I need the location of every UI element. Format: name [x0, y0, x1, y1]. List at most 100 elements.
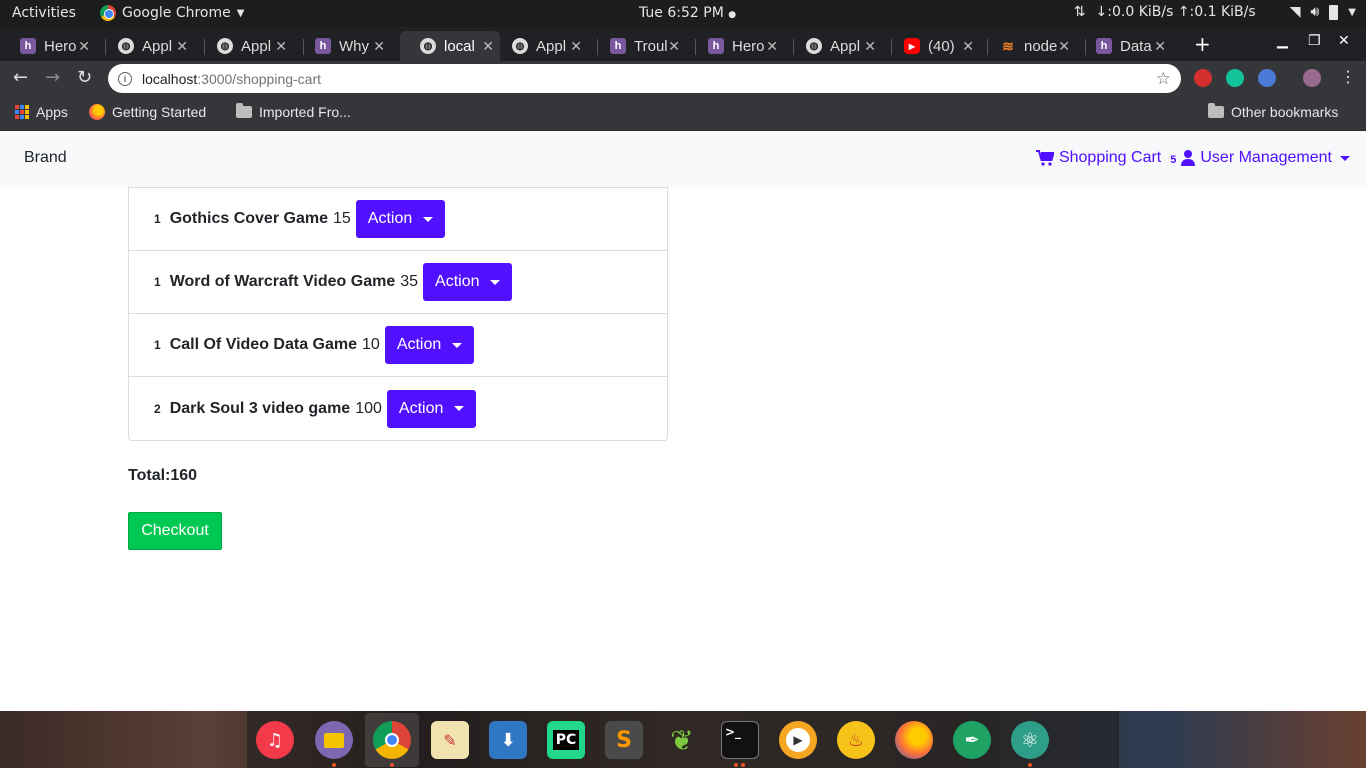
heroku-icon: h [1096, 38, 1112, 54]
tab[interactable]: h Why ✕ [295, 31, 391, 61]
terminal-icon[interactable]: >_ [721, 721, 759, 759]
close-icon[interactable]: ✕ [864, 38, 876, 55]
tab-title: (40) [928, 37, 955, 55]
notification-dot-icon: ● [728, 10, 737, 20]
close-icon[interactable]: ✕ [766, 38, 778, 55]
genie-app-icon[interactable]: ♨ [837, 721, 875, 759]
bookmark-star-icon[interactable]: ☆ [1156, 69, 1171, 89]
tab[interactable]: ◍ Appl ✕ [492, 31, 588, 61]
extension-icon[interactable] [1258, 69, 1276, 87]
action-label: Action [398, 399, 444, 417]
leaf-editor-icon[interactable]: ✒ [953, 721, 991, 759]
close-icon[interactable]: ✕ [570, 38, 582, 55]
menu-icon[interactable]: ⋮ [1340, 67, 1356, 86]
address-bar[interactable]: i localhost :3000/shopping-cart ☆ [108, 64, 1181, 93]
action-dropdown-button[interactable]: Action [386, 389, 477, 428]
bookmark-getting-started[interactable]: Getting Started [89, 104, 206, 120]
close-icon[interactable]: ✕ [275, 38, 287, 55]
grammarly-icon[interactable] [1226, 69, 1244, 87]
checkout-button[interactable]: Checkout [128, 512, 222, 550]
new-tab-button[interactable]: + [1194, 32, 1211, 56]
item-quantity: 2 [154, 401, 161, 416]
tab[interactable]: ≋ node ✕ [980, 31, 1076, 61]
tab[interactable]: ◍ Appl ✕ [786, 31, 882, 61]
files-icon[interactable] [315, 721, 353, 759]
tab[interactable]: h Data ✕ [1076, 31, 1172, 61]
action-dropdown-button[interactable]: Action [423, 263, 513, 301]
heroku-icon: h [315, 38, 331, 54]
media-player-icon[interactable]: ▶ [779, 721, 817, 759]
status-area[interactable]: ⇅ ↓:0.0 KiB/s ↑:0.1 KiB/s ◥ 🔊︎ ▼ [1074, 4, 1356, 20]
tab[interactable]: ◍ Appl ✕ [197, 31, 293, 61]
caret-down-icon [490, 279, 501, 285]
bookmark-other[interactable]: Other bookmarks [1208, 103, 1339, 120]
download-manager-icon[interactable]: ⬇ [489, 721, 527, 759]
atom-icon[interactable]: ⚛ [1011, 721, 1049, 759]
action-dropdown-button[interactable]: Action [384, 326, 475, 364]
shopping-cart-label: Shopping Cart [1058, 149, 1162, 166]
shopping-cart-link[interactable]: Shopping Cart [1035, 149, 1162, 167]
volume-icon: 🔊︎ [1310, 4, 1320, 20]
tab[interactable]: h Troul ✕ [590, 31, 686, 61]
caret-down-icon [1340, 155, 1350, 161]
leaf-app-icon[interactable]: ❦ [663, 721, 701, 759]
item-quantity: 1 [154, 338, 161, 352]
tab-title: Appl [142, 37, 173, 55]
chrome-icon[interactable] [373, 721, 411, 759]
action-dropdown-button[interactable]: Action [355, 200, 446, 238]
tab[interactable]: ▶ (40) ✕ [884, 31, 980, 61]
avatar[interactable] [1303, 69, 1321, 87]
bookmark-label: Imported Fro... [259, 104, 351, 120]
user-management-label: User Management [1200, 149, 1332, 166]
info-icon[interactable]: i [118, 71, 132, 86]
site-navbar: Brand Shopping Cart 5 User Management [0, 131, 1366, 187]
bookmark-label: Getting Started [112, 104, 207, 120]
close-window-button[interactable]: ✕ [1338, 33, 1350, 49]
close-icon[interactable]: ✕ [668, 38, 680, 55]
item-quantity: 1 [154, 275, 161, 289]
firefox-icon[interactable] [895, 721, 933, 759]
adblock-icon[interactable] [1194, 69, 1212, 87]
cart-icon [1035, 150, 1054, 166]
bookmark-label: Apps [36, 104, 68, 120]
heroku-icon: h [610, 38, 626, 54]
close-icon[interactable]: ✕ [176, 38, 188, 55]
close-icon[interactable]: ✕ [78, 38, 90, 55]
forward-button[interactable]: → [45, 67, 60, 88]
minimize-button[interactable]: ▁ [1277, 33, 1288, 49]
cart-total: Total:160 [128, 467, 198, 484]
bookmark-imported[interactable]: Imported Fro... [236, 103, 351, 120]
battery-icon [1329, 4, 1339, 20]
close-icon[interactable]: ✕ [373, 38, 385, 55]
bookmark-label: Other bookmarks [1231, 104, 1339, 120]
browser-toolbar: ← → ↻ i localhost :3000/shopping-cart ☆ … [0, 61, 1366, 96]
close-icon[interactable]: ✕ [962, 38, 974, 55]
activities-button[interactable]: Activities [12, 5, 76, 21]
bookmark-apps[interactable]: Apps [15, 104, 68, 120]
back-button[interactable]: ← [13, 67, 28, 88]
tab[interactable]: h Hero ✕ [688, 31, 784, 61]
caret-down-icon [423, 216, 434, 222]
clock[interactable]: Tue 6:52 PM ● [639, 5, 736, 21]
itunes-icon[interactable]: ♫ [256, 721, 294, 759]
tab-title: Appl [830, 37, 861, 55]
sublime-text-icon[interactable]: S [605, 721, 643, 759]
chrome-icon [100, 5, 116, 21]
item-price: 100 [355, 399, 382, 417]
url-host: localhost [142, 70, 198, 87]
page-viewport: Brand Shopping Cart 5 User Management 1 … [0, 131, 1366, 711]
net-speed: ↓:0.0 KiB/s ↑:0.1 KiB/s [1095, 4, 1256, 20]
tab-active[interactable]: ◍ local ✕ [400, 31, 500, 61]
tab[interactable]: ◍ Appl ✕ [98, 31, 194, 61]
text-editor-icon[interactable]: ✎ [431, 721, 469, 759]
app-menu[interactable]: Google Chrome ▼ [100, 5, 244, 21]
close-icon[interactable]: ✕ [1058, 38, 1070, 55]
close-icon[interactable]: ✕ [1154, 38, 1166, 55]
brand-link[interactable]: Brand [24, 149, 67, 167]
restore-button[interactable]: ❐ [1308, 33, 1321, 49]
pycharm-icon[interactable]: PC [547, 721, 585, 759]
user-management-dropdown[interactable]: User Management [1181, 149, 1350, 167]
reload-button[interactable]: ↻ [77, 67, 92, 88]
caret-down-icon [454, 406, 465, 411]
tab[interactable]: h Hero ✕ [0, 31, 96, 61]
